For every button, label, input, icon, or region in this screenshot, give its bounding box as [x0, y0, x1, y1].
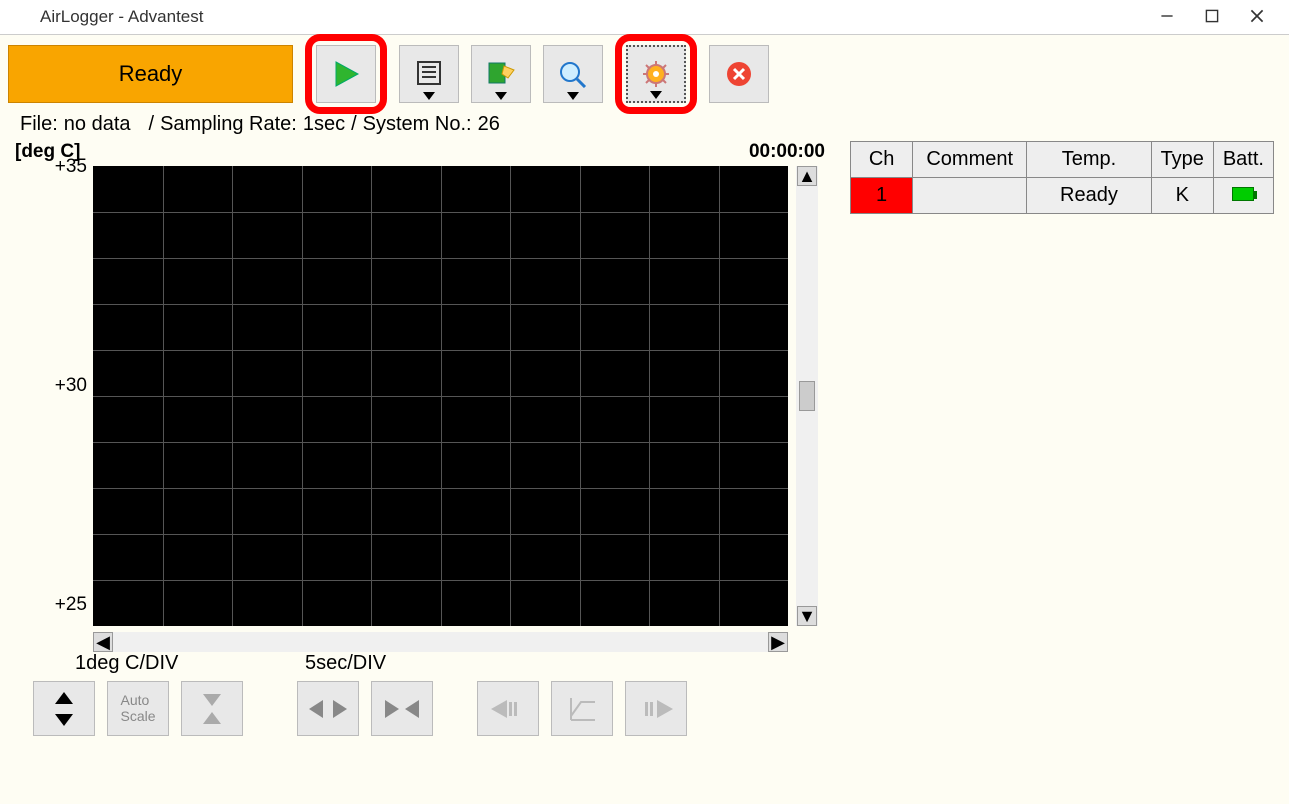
arrow-right-bar-icon — [639, 698, 673, 720]
y-zoom-in-button[interactable] — [181, 681, 243, 736]
chart-area: [deg C] 00:00:00 +35 +30 +25 ▲ ▼ ◀ ▶ 1de… — [15, 141, 830, 736]
scroll-down-icon[interactable]: ▼ — [797, 606, 817, 626]
scroll-left-icon[interactable]: ◀ — [93, 632, 113, 652]
y-div-label: 1deg C/DIV — [75, 652, 305, 675]
close-icon — [725, 60, 753, 88]
status-ready-box: Ready — [8, 45, 293, 103]
status-line: File: no data / Sampling Rate: 1sec / Sy… — [0, 113, 1289, 136]
col-ch: Ch — [851, 142, 913, 178]
close-button[interactable] — [709, 45, 769, 103]
arrows-out-horizontal-icon — [309, 698, 347, 720]
chevron-down-icon — [495, 92, 507, 100]
zoom-menu-button[interactable] — [543, 45, 603, 103]
scroll-up-icon[interactable]: ▲ — [797, 166, 817, 186]
channel-table: Ch Comment Temp. Type Batt. 1 Ready K — [850, 141, 1274, 736]
y-zoom-updown-button[interactable] — [33, 681, 95, 736]
edit-menu-button[interactable] — [471, 45, 531, 103]
arrow-left-bar-icon — [491, 698, 525, 720]
reset-axis-icon — [567, 696, 597, 722]
col-type: Type — [1151, 142, 1213, 178]
cell-temp: Ready — [1027, 178, 1151, 214]
toolbar: Ready — [0, 35, 1289, 113]
col-comment: Comment — [913, 142, 1027, 178]
scroll-right-icon[interactable]: ▶ — [768, 632, 788, 652]
chevron-down-icon — [567, 92, 579, 100]
file-label: File: — [20, 113, 58, 136]
chevron-down-icon — [423, 92, 435, 100]
gear-icon — [641, 61, 671, 87]
maximize-button[interactable] — [1189, 7, 1234, 28]
vertical-scrollbar[interactable]: ▲ ▼ — [796, 166, 818, 626]
document-icon — [414, 60, 444, 88]
plot-canvas[interactable] — [93, 166, 788, 626]
play-button[interactable] — [316, 45, 376, 103]
col-temp: Temp. — [1027, 142, 1151, 178]
elapsed-timer: 00:00:00 — [749, 141, 825, 163]
title-bar: AirLogger - Advantest — [0, 0, 1289, 35]
sampling-rate-value: 1sec — [303, 113, 345, 136]
auto-scale-button[interactable]: Auto Scale — [107, 681, 169, 736]
window-title: AirLogger - Advantest — [40, 7, 203, 27]
system-no-value: 26 — [478, 113, 500, 136]
table-row[interactable]: 1 Ready K — [851, 178, 1274, 214]
arrows-in-vertical-icon — [201, 692, 223, 726]
scroll-thumb[interactable] — [799, 381, 815, 411]
cell-type: K — [1151, 178, 1213, 214]
sampling-rate-label: Sampling Rate: — [160, 113, 297, 136]
reset-home-button[interactable] — [551, 681, 613, 736]
settings-button-highlight — [615, 34, 697, 114]
cell-batt — [1213, 178, 1273, 214]
cell-ch: 1 — [851, 178, 913, 214]
col-batt: Batt. — [1213, 142, 1273, 178]
x-zoom-out-button[interactable] — [297, 681, 359, 736]
document-menu-button[interactable] — [399, 45, 459, 103]
table-header-row: Ch Comment Temp. Type Batt. — [851, 142, 1274, 178]
magnifier-icon — [558, 60, 588, 88]
pan-left-button[interactable] — [477, 681, 539, 736]
minimize-button[interactable] — [1144, 7, 1189, 28]
cell-comment — [913, 178, 1027, 214]
updown-arrows-icon — [53, 692, 75, 726]
edit-note-icon — [486, 60, 516, 88]
x-zoom-in-button[interactable] — [371, 681, 433, 736]
battery-icon — [1232, 187, 1254, 201]
system-no-label: System No.: — [363, 113, 472, 136]
x-div-label: 5sec/DIV — [305, 652, 386, 675]
horizontal-scrollbar[interactable]: ◀ ▶ — [93, 632, 788, 652]
file-value: no data — [64, 113, 131, 136]
pan-right-button[interactable] — [625, 681, 687, 736]
play-button-highlight — [305, 34, 387, 114]
play-icon — [331, 59, 361, 89]
y-axis-ticks: +35 +30 +25 — [15, 156, 93, 616]
close-window-button[interactable] — [1234, 7, 1279, 28]
arrows-in-horizontal-icon — [383, 698, 421, 720]
chevron-down-icon — [650, 91, 662, 99]
settings-menu-button[interactable] — [626, 45, 686, 103]
